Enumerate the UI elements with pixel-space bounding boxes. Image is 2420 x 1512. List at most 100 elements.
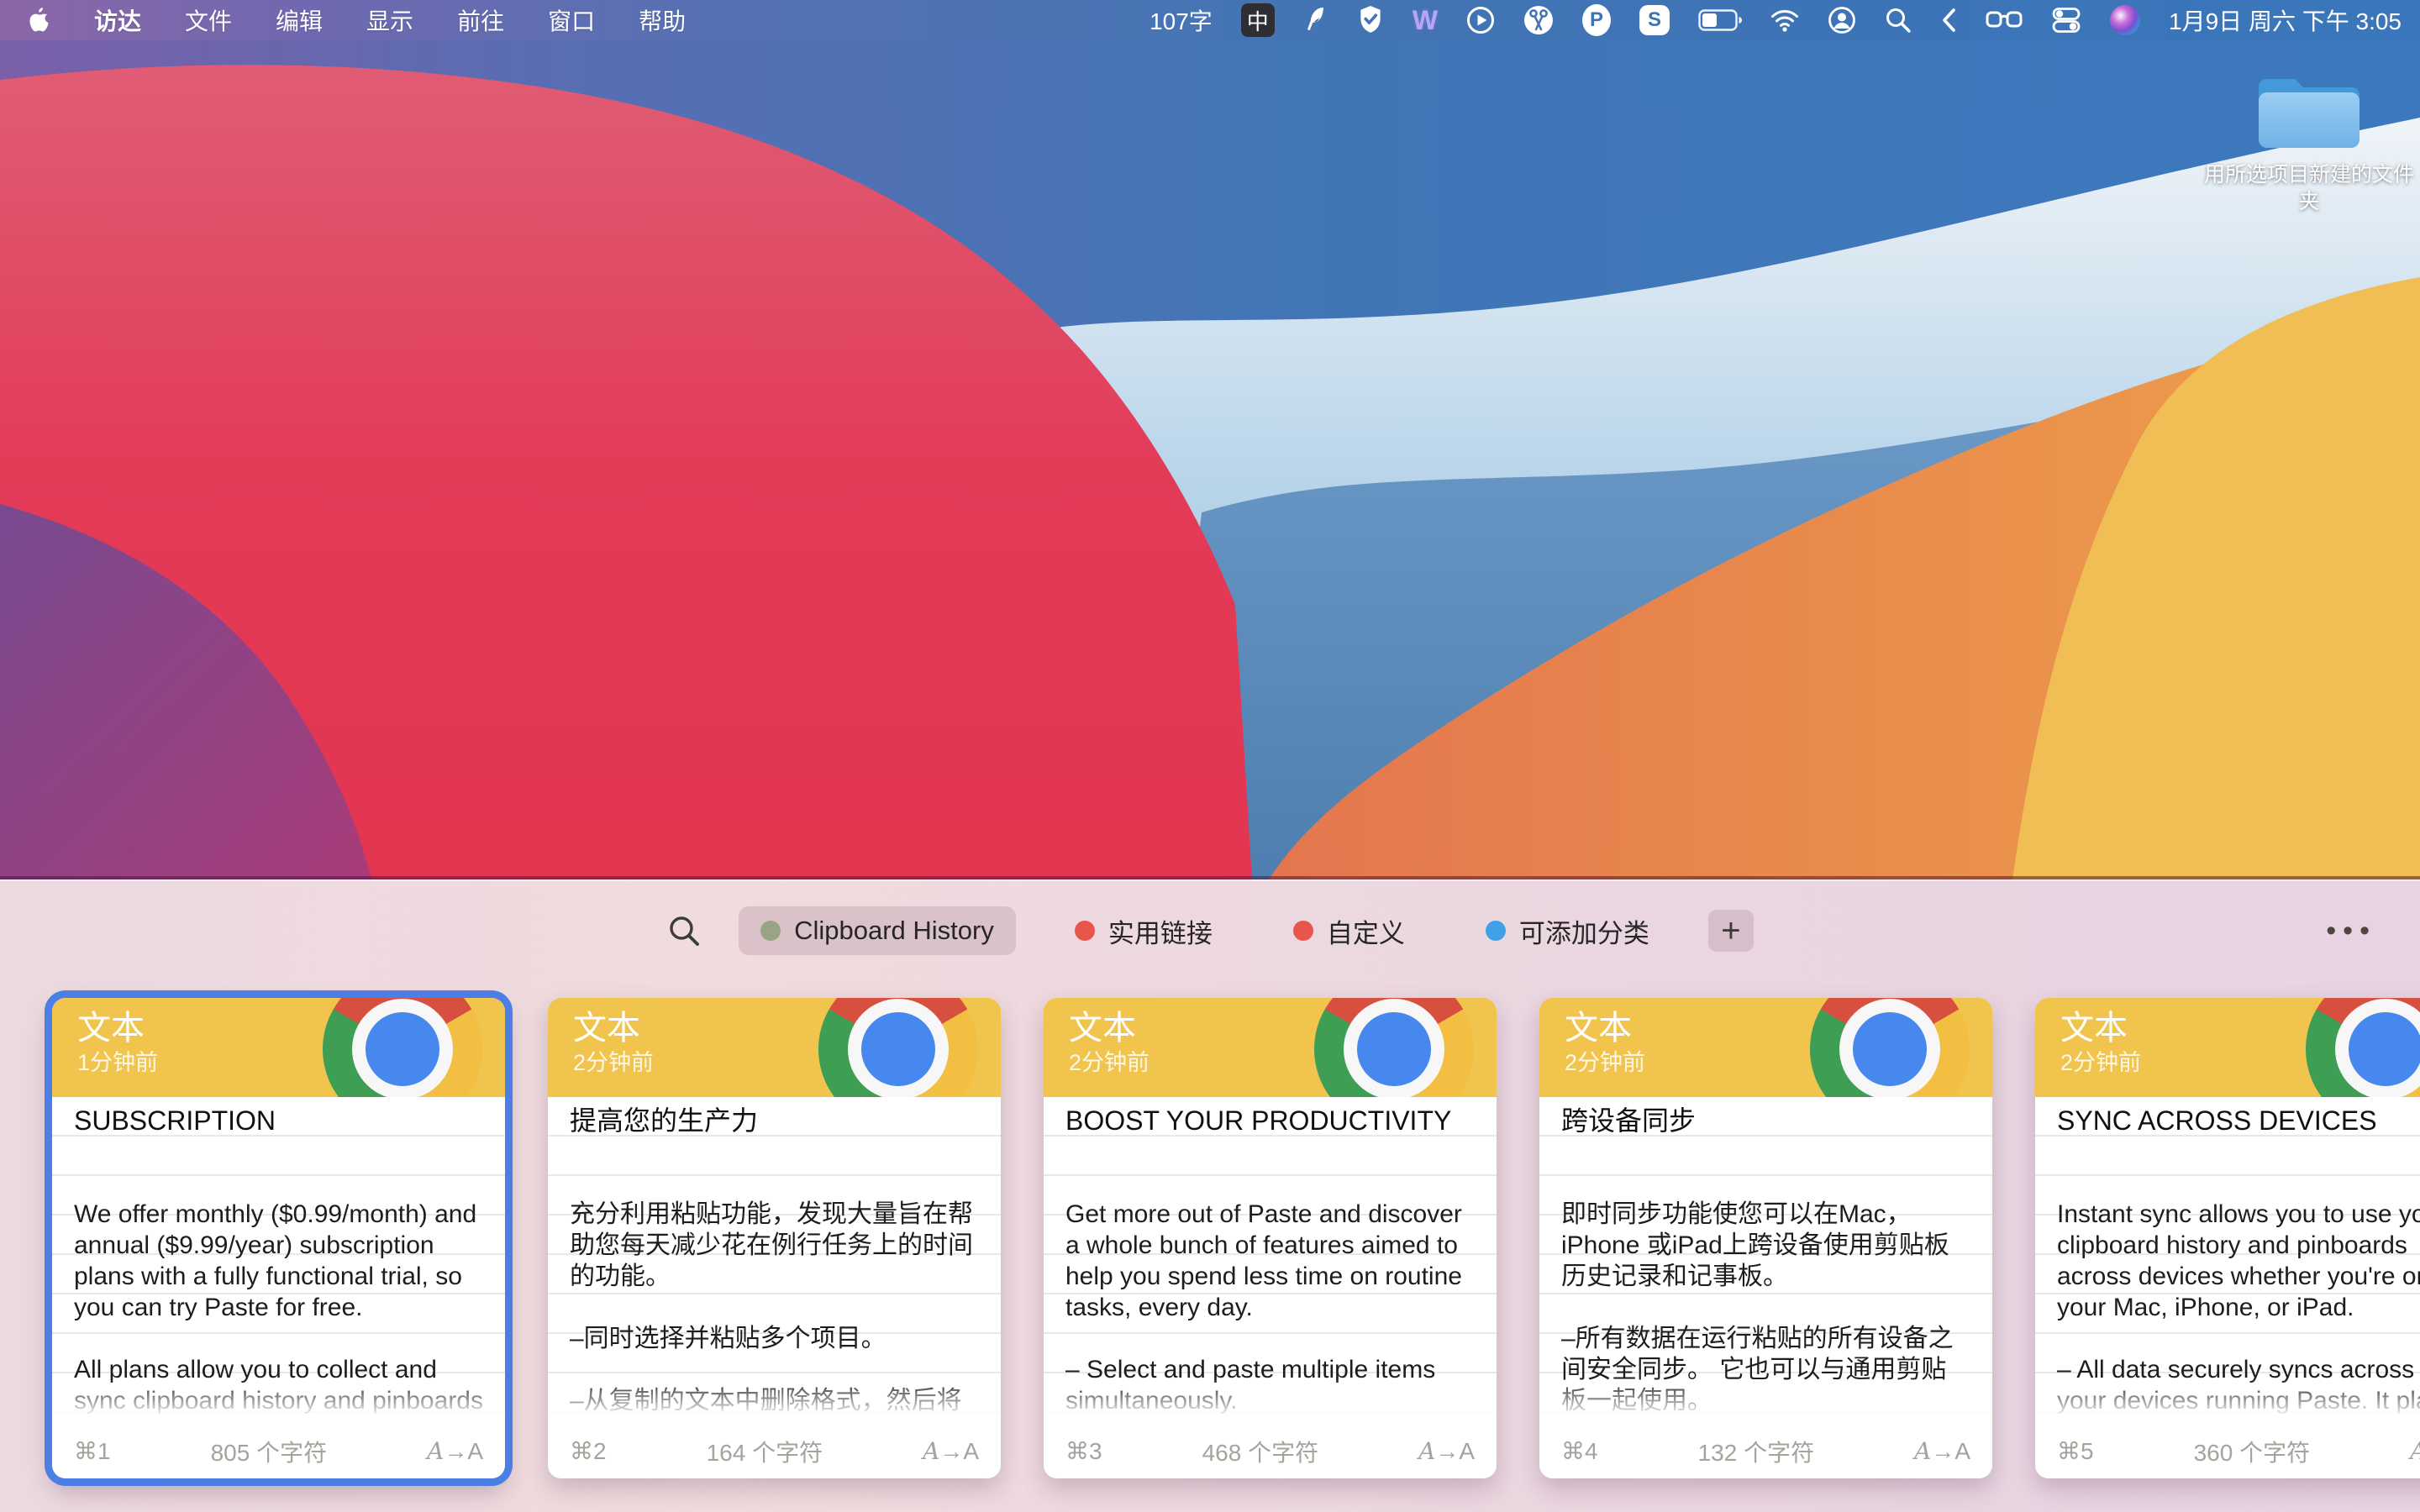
menu-bar-clock[interactable]: 1月9日 周六 下午 3:05: [2169, 3, 2402, 37]
chrome-icon: [323, 998, 482, 1097]
wifi-icon[interactable]: [1770, 0, 1799, 40]
card-type-label: 文本: [1069, 1008, 1150, 1048]
card-body: BOOST YOUR PRODUCTIVITY Get more out of …: [1044, 1097, 1497, 1424]
card-type-label: 文本: [573, 1008, 654, 1048]
card-body: 跨设备同步 即时同步功能使您可以在Mac，iPhone 或iPad上跨设备使用剪…: [1539, 1097, 1992, 1424]
search-icon[interactable]: [666, 913, 702, 948]
card-paragraph: –同时选择并粘贴多个项目。: [570, 1323, 979, 1354]
paste-as-plain-text-icon[interactable]: A→A: [427, 1437, 483, 1465]
card-fade: [548, 1378, 1001, 1424]
card-footer: ⌘3 468 个字符 A→A: [1044, 1424, 1497, 1478]
p-app-icon[interactable]: P: [1582, 4, 1611, 36]
s-app-icon[interactable]: S: [1639, 5, 1670, 35]
desktop-folder[interactable]: 用所选项目新建的文件夹: [2200, 66, 2418, 215]
card-shortcut: ⌘3: [1065, 1437, 1102, 1465]
app-menu-help[interactable]: 帮助: [639, 3, 686, 37]
spotlight-search-icon[interactable]: [1885, 0, 1912, 40]
card-body: 提高您的生产力 充分利用粘贴功能，发现大量旨在帮助您每天减少花在例行任务上的时间…: [548, 1097, 1001, 1424]
card-title: BOOST YOUR PRODUCTIVITY: [1065, 1105, 1475, 1137]
battery-icon[interactable]: [1698, 0, 1742, 40]
card-body: SUBSCRIPTION We offer monthly ($0.99/mon…: [52, 1097, 505, 1424]
tab-clipboard-history[interactable]: Clipboard History: [739, 906, 1016, 955]
card-paragraph: Get more out of Paste and discover a who…: [1065, 1199, 1475, 1323]
input-method-icon[interactable]: 中: [1241, 3, 1275, 37]
card-char-count: 132 个字符: [1698, 1435, 1815, 1468]
more-options-button[interactable]: •••: [2326, 906, 2376, 955]
card-shortcut: ⌘4: [1561, 1437, 1598, 1465]
menu-bar: 访达 文件 编辑 显示 前往 窗口 帮助 107字 中 W P: [0, 0, 2420, 40]
desktop-folder-label: 用所选项目新建的文件夹: [2200, 161, 2418, 215]
tab-label: 实用链接: [1108, 912, 1213, 950]
big-sur-wallpaper: [0, 0, 2420, 879]
app-menu-finder[interactable]: 访达: [94, 3, 141, 37]
tab-dot-icon: [1075, 921, 1095, 941]
tab-dot-icon: [760, 921, 781, 941]
scissors-app-icon[interactable]: [1523, 0, 1554, 40]
glasses-icon[interactable]: [1986, 0, 2023, 40]
card-time: 2分钟前: [573, 1048, 654, 1077]
chrome-icon: [1314, 998, 1474, 1097]
card-char-count: 468 个字符: [1202, 1435, 1319, 1468]
card-time: 2分钟前: [2060, 1048, 2141, 1077]
card-paragraph: 充分利用粘贴功能，发现大量旨在帮助您每天减少花在例行任务上的时间的功能。: [570, 1199, 979, 1292]
play-circle-icon[interactable]: [1466, 0, 1495, 40]
card-shortcut: ⌘1: [74, 1437, 111, 1465]
clipboard-card[interactable]: 文本 1分钟前 SUBSCRIPTION We offer monthly ($…: [52, 998, 505, 1478]
clipboard-card[interactable]: 文本 2分钟前 SYNC ACROSS DEVICES Instant sync…: [2035, 998, 2420, 1478]
paste-as-plain-text-icon[interactable]: A→A: [2410, 1437, 2420, 1465]
clipboard-card[interactable]: 文本 2分钟前 跨设备同步 即时同步功能使您可以在Mac，iPhone 或iPa…: [1539, 998, 1992, 1478]
tab-custom[interactable]: 自定义: [1271, 906, 1427, 955]
tab-dot-icon: [1486, 921, 1506, 941]
card-type-label: 文本: [77, 1008, 158, 1048]
card-char-count: 164 个字符: [707, 1435, 823, 1468]
clipboard-card[interactable]: 文本 2分钟前 提高您的生产力 充分利用粘贴功能，发现大量旨在帮助您每天减少花在…: [548, 998, 1001, 1478]
word-count-status[interactable]: 107字: [1150, 0, 1213, 40]
card-char-count: 805 个字符: [211, 1435, 328, 1468]
paste-as-plain-text-icon[interactable]: A→A: [1914, 1437, 1970, 1465]
card-type-label: 文本: [1565, 1008, 1645, 1048]
app-menu-edit[interactable]: 编辑: [276, 3, 323, 37]
tab-label: 可添加分类: [1519, 912, 1649, 950]
chrome-icon: [1810, 998, 1970, 1097]
card-shortcut: ⌘2: [570, 1437, 607, 1465]
card-footer: ⌘2 164 个字符 A→A: [548, 1424, 1001, 1478]
tab-dot-icon: [1293, 921, 1313, 941]
paste-as-plain-text-icon[interactable]: A→A: [1418, 1437, 1475, 1465]
card-body: SYNC ACROSS DEVICES Instant sync allows …: [2035, 1097, 2420, 1424]
shield-check-icon[interactable]: [1357, 0, 1384, 40]
paste-toolbar: Clipboard History 实用链接 自定义 可添加分类 +: [0, 906, 2420, 955]
card-footer: ⌘1 805 个字符 A→A: [52, 1424, 505, 1478]
account-icon[interactable]: [1828, 0, 1856, 40]
chevron-collapse-icon[interactable]: [1940, 0, 1957, 40]
add-pinboard-button[interactable]: +: [1708, 910, 1754, 952]
tab-useful-links[interactable]: 实用链接: [1053, 906, 1234, 955]
apple-menu[interactable]: [29, 0, 50, 40]
clipboard-card[interactable]: 文本 2分钟前 BOOST YOUR PRODUCTIVITY Get more…: [1044, 998, 1497, 1478]
app-menu-window[interactable]: 窗口: [548, 3, 595, 37]
card-paragraph: 即时同步功能使您可以在Mac，iPhone 或iPad上跨设备使用剪贴板历史记录…: [1561, 1199, 1970, 1292]
card-paragraph: Instant sync allows you to use your clip…: [2057, 1199, 2420, 1323]
control-center-icon[interactable]: [2051, 0, 2081, 40]
app-menu-file[interactable]: 文件: [185, 3, 232, 37]
card-header: 文本 2分钟前: [2035, 998, 2420, 1097]
card-title: SYNC ACROSS DEVICES: [2057, 1105, 2420, 1137]
folder-icon: [2258, 66, 2360, 150]
quill-app-icon[interactable]: [1303, 0, 1328, 40]
siri-icon[interactable]: [2110, 5, 2140, 35]
card-time: 2分钟前: [1565, 1048, 1645, 1077]
card-footer: ⌘4 132 个字符 A→A: [1539, 1424, 1992, 1478]
tab-label: 自定义: [1327, 912, 1405, 950]
paste-as-plain-text-icon[interactable]: A→A: [923, 1437, 979, 1465]
tab-label: Clipboard History: [794, 916, 994, 946]
card-header: 文本 1分钟前: [52, 998, 505, 1097]
card-time: 2分钟前: [1069, 1048, 1150, 1077]
app-menu-go[interactable]: 前往: [457, 3, 504, 37]
w-app-icon[interactable]: W: [1413, 0, 1438, 40]
card-title: 提高您的生产力: [570, 1105, 979, 1137]
card-fade: [52, 1378, 505, 1424]
card-paragraph: We offer monthly ($0.99/month) and annua…: [74, 1199, 483, 1323]
tab-add-category[interactable]: 可添加分类: [1464, 906, 1671, 955]
app-menu-view[interactable]: 显示: [366, 3, 413, 37]
card-title: SUBSCRIPTION: [74, 1105, 483, 1137]
card-header: 文本 2分钟前: [1044, 998, 1497, 1097]
